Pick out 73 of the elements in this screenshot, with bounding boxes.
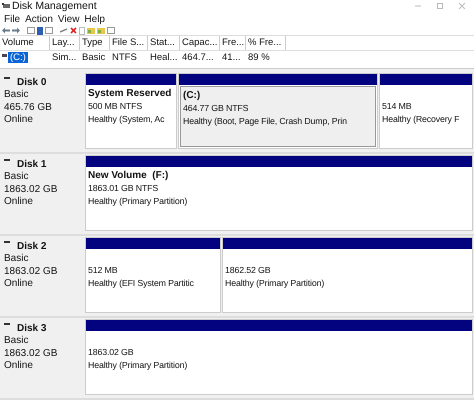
menu-item[interactable]: Action: [25, 14, 53, 25]
partition-block[interactable]: 514 MB Healthy (Recovery F: [379, 73, 473, 150]
column-header[interactable]: File S...: [110, 36, 148, 50]
partition-size: 1863.01 GB NTFS: [88, 182, 158, 195]
disk-status: Online: [4, 360, 34, 373]
folder-icon[interactable]: [87, 27, 95, 34]
partition-block[interactable]: 1862.52 GB Healthy (Primary Partition): [222, 237, 473, 314]
window-title: Disk Management: [12, 0, 97, 12]
disk-status: Online: [4, 114, 34, 127]
disk-name: Disk 0: [17, 76, 46, 88]
window-icon[interactable]: [107, 27, 115, 34]
maximize-icon[interactable]: [436, 2, 444, 10]
partition-size: 514 MB: [382, 100, 412, 113]
disk-name: Disk 1: [17, 158, 46, 170]
partition-block[interactable]: New Volume (F:) 1863.01 GB NTFS Healthy (Primary Partition): [85, 155, 473, 232]
table-cell-text: Sim...: [51, 52, 78, 64]
table-cell-text: 89 %: [247, 52, 271, 64]
partition-status: Healthy (Primary Partition): [88, 358, 188, 372]
partition-size: 1863.02 GB: [88, 346, 134, 359]
table-cell-text: NTFS: [111, 52, 138, 64]
delete-icon[interactable]: [70, 27, 77, 34]
back-arrow-icon[interactable]: [2, 27, 10, 34]
partition-status: Healthy (Primary Partition): [88, 194, 188, 208]
column-header[interactable]: % Fre...: [246, 36, 286, 50]
partition-size: 512 MB: [88, 264, 118, 277]
column-header[interactable]: Lay...: [50, 36, 80, 50]
partition-size: 1862.52 GB: [225, 264, 270, 277]
folder-icon[interactable]: [97, 27, 105, 34]
partition-name: New Volume (F:): [88, 169, 168, 182]
column-header[interactable]: Capac...: [180, 36, 220, 50]
disk-type: Basic: [4, 335, 30, 348]
disk-name: Disk 2: [17, 240, 46, 252]
drive-letter[interactable]: (C:): [8, 52, 28, 64]
forward-arrow-icon[interactable]: [12, 27, 20, 34]
column-header[interactable]: Stat...: [148, 36, 180, 50]
table-cell-text: Basic: [81, 52, 106, 64]
partition-block[interactable]: System Reserved 500 MB NTFS Healthy (System, Ac: [85, 73, 177, 150]
partition-status: Healthy (EFI System Partitic: [88, 276, 194, 290]
disk-type: Basic: [4, 253, 30, 266]
drive-icon: [2, 54, 7, 58]
disk-status: Online: [4, 278, 34, 291]
disk-size: 1863.02 GB: [4, 348, 58, 360]
column-header[interactable]: Type: [80, 36, 110, 50]
disk-type: Basic: [4, 89, 30, 102]
partition-size: 500 MB NTFS: [88, 100, 142, 113]
partition-block[interactable]: (C:) 464.77 GB NTFS Healthy (Boot, Page File, Crash Dump, Prin: [178, 73, 378, 150]
partition-name: (C:): [183, 89, 200, 102]
disk-size: 1863.02 GB: [4, 184, 58, 196]
table-cell-text: Heal...: [149, 52, 178, 64]
menu-item[interactable]: Help: [84, 14, 105, 25]
partition-status: Healthy (Primary Partition): [225, 276, 324, 290]
table-cell-text: 41...: [221, 52, 242, 64]
partition-size: 464.77 GB NTFS: [183, 102, 248, 115]
table-cell-text: 464.7...: [181, 52, 215, 64]
window-icon[interactable]: [27, 27, 35, 34]
disk-size: 465.76 GB: [4, 102, 53, 114]
partition-block[interactable]: 512 MB Healthy (EFI System Partitic: [85, 237, 221, 314]
column-header[interactable]: Volume: [0, 36, 50, 50]
partition-block[interactable]: 1863.02 GB Healthy (Primary Partition): [85, 319, 473, 396]
disk-name: Disk 3: [17, 322, 46, 334]
partition-status: Healthy (System, Ac: [88, 112, 164, 126]
close-icon[interactable]: [458, 2, 466, 10]
column-header[interactable]: Fre...: [220, 36, 246, 50]
partition-name: System Reserved: [88, 87, 172, 100]
menu-item[interactable]: File: [4, 14, 20, 25]
disk-type: Basic: [4, 171, 30, 184]
partition-status: Healthy (Boot, Page File, Crash Dump, Prin: [183, 114, 347, 128]
disk-status: Online: [4, 196, 34, 209]
window-icon[interactable]: [45, 27, 53, 34]
disk-size: 1863.02 GB: [4, 266, 58, 278]
menu-item[interactable]: View: [58, 14, 80, 25]
app-icon: [2, 2, 11, 10]
partition-status: Healthy (Recovery F: [382, 112, 460, 126]
